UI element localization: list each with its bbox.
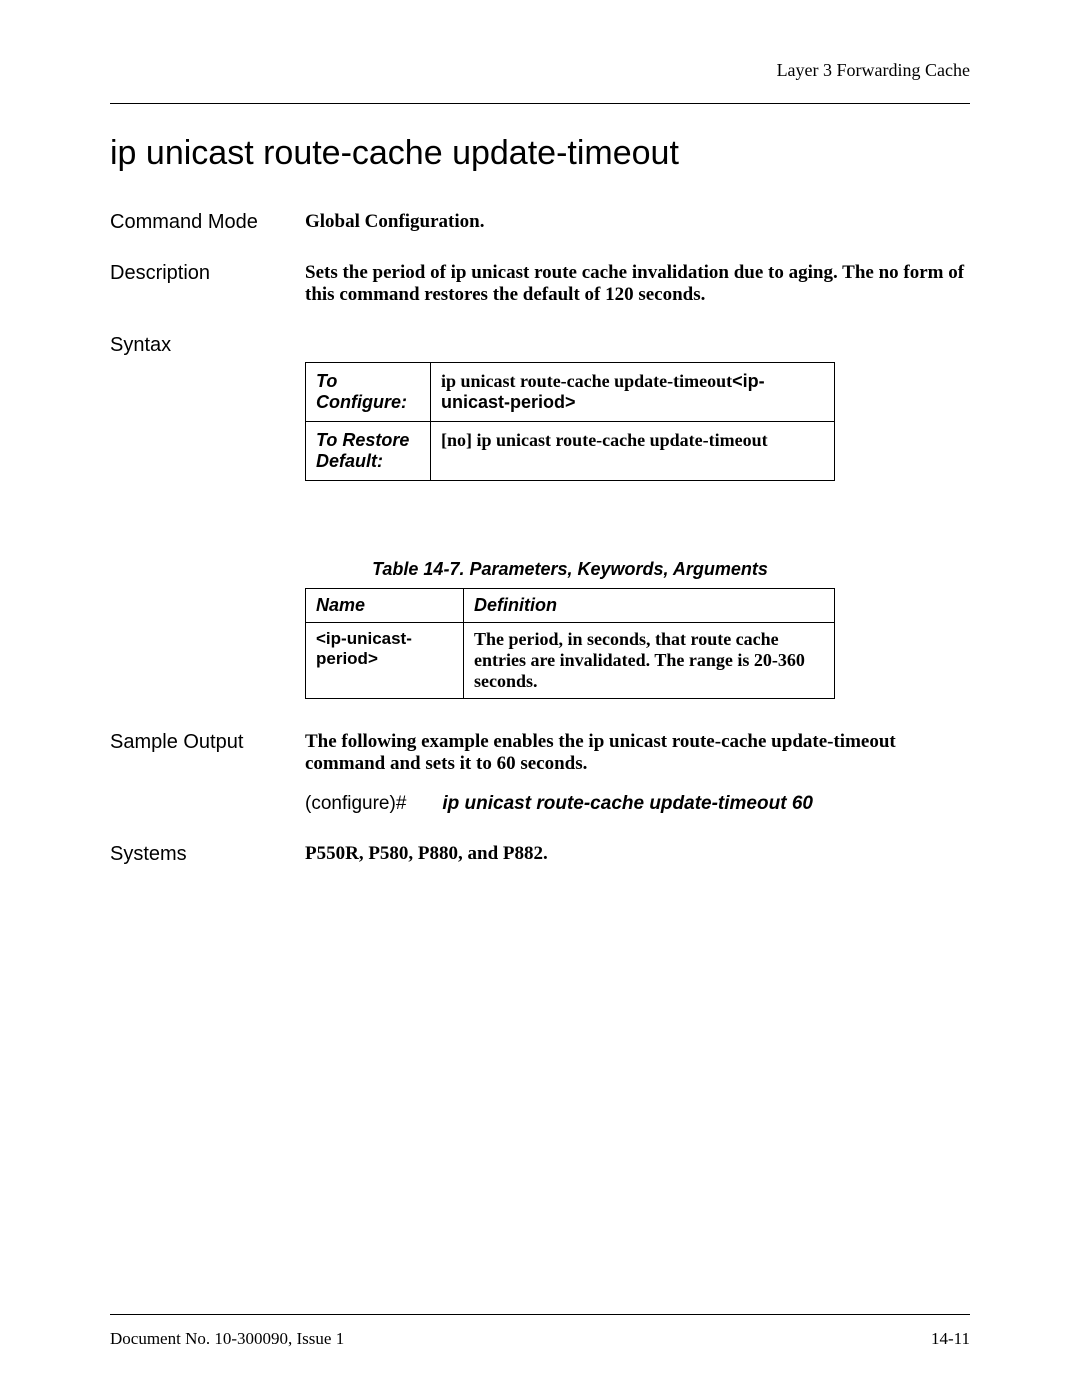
systems-label: Systems (110, 843, 305, 866)
table-row: <ip-unicast-period> The period, in secon… (306, 623, 835, 699)
footer-document-number: Document No. 10-300090, Issue 1 (110, 1329, 344, 1349)
systems-value: P550R, P580, P880, and P882. (305, 843, 970, 866)
param-header-name: Name (306, 589, 464, 623)
systems-row: Systems P550R, P580, P880, and P882. (110, 843, 970, 866)
syntax-cmd-bold: [no] ip unicast route-cache update-timeo… (441, 430, 768, 450)
page-title: ip unicast route-cache update-timeout (110, 134, 970, 173)
syntax-row-content: ip unicast route-cache update-timeout<ip… (431, 363, 835, 422)
syntax-row-label: To Restore Default: (306, 422, 431, 481)
section-header: Layer 3 Forwarding Cache (110, 60, 970, 81)
syntax-content: To Configure: ip unicast route-cache upd… (305, 334, 970, 481)
table-row: To Restore Default: [no] ip unicast rout… (306, 422, 835, 481)
footer-page-number: 14-11 (931, 1329, 970, 1349)
command-mode-row: Command Mode Global Configuration. (110, 211, 970, 234)
sample-prompt: (configure)# (305, 793, 406, 815)
header-rule (110, 103, 970, 104)
syntax-row: Syntax To Configure: ip unicast route-ca… (110, 334, 970, 481)
syntax-row-label: To Configure: (306, 363, 431, 422)
syntax-row-content: [no] ip unicast route-cache update-timeo… (431, 422, 835, 481)
syntax-cmd-bold: ip unicast route-cache update-timeout (441, 371, 732, 391)
table-row: To Configure: ip unicast route-cache upd… (306, 363, 835, 422)
syntax-label: Syntax (110, 334, 305, 481)
param-table-caption: Table 14-7. Parameters, Keywords, Argume… (305, 559, 835, 580)
description-value: Sets the period of ip unicast route cach… (305, 262, 970, 306)
footer-row: Document No. 10-300090, Issue 1 14-11 (110, 1329, 970, 1349)
param-table: Name Definition <ip-unicast-period> The … (305, 588, 835, 699)
command-mode-value: Global Configuration. (305, 211, 970, 234)
param-definition: The period, in seconds, that route cache… (464, 623, 835, 699)
sample-output-row: Sample Output The following example enab… (110, 731, 970, 815)
page: Layer 3 Forwarding Cache ip unicast rout… (0, 0, 1080, 1397)
description-label: Description (110, 262, 305, 306)
sample-output-line: (configure)# ip unicast route-cache upda… (305, 793, 970, 815)
table-header-row: Name Definition (306, 589, 835, 623)
description-row: Description Sets the period of ip unicas… (110, 262, 970, 306)
footer-rule (110, 1314, 970, 1315)
param-header-definition: Definition (464, 589, 835, 623)
sample-output-text: The following example enables the ip uni… (305, 731, 970, 775)
sample-output-content: The following example enables the ip uni… (305, 731, 970, 815)
syntax-table: To Configure: ip unicast route-cache upd… (305, 362, 835, 481)
page-footer: Document No. 10-300090, Issue 1 14-11 (110, 1314, 970, 1349)
sample-output-label: Sample Output (110, 731, 305, 815)
command-mode-label: Command Mode (110, 211, 305, 234)
sample-command: ip unicast route-cache update-timeout 60 (442, 793, 813, 815)
param-name: <ip-unicast-period> (306, 623, 464, 699)
